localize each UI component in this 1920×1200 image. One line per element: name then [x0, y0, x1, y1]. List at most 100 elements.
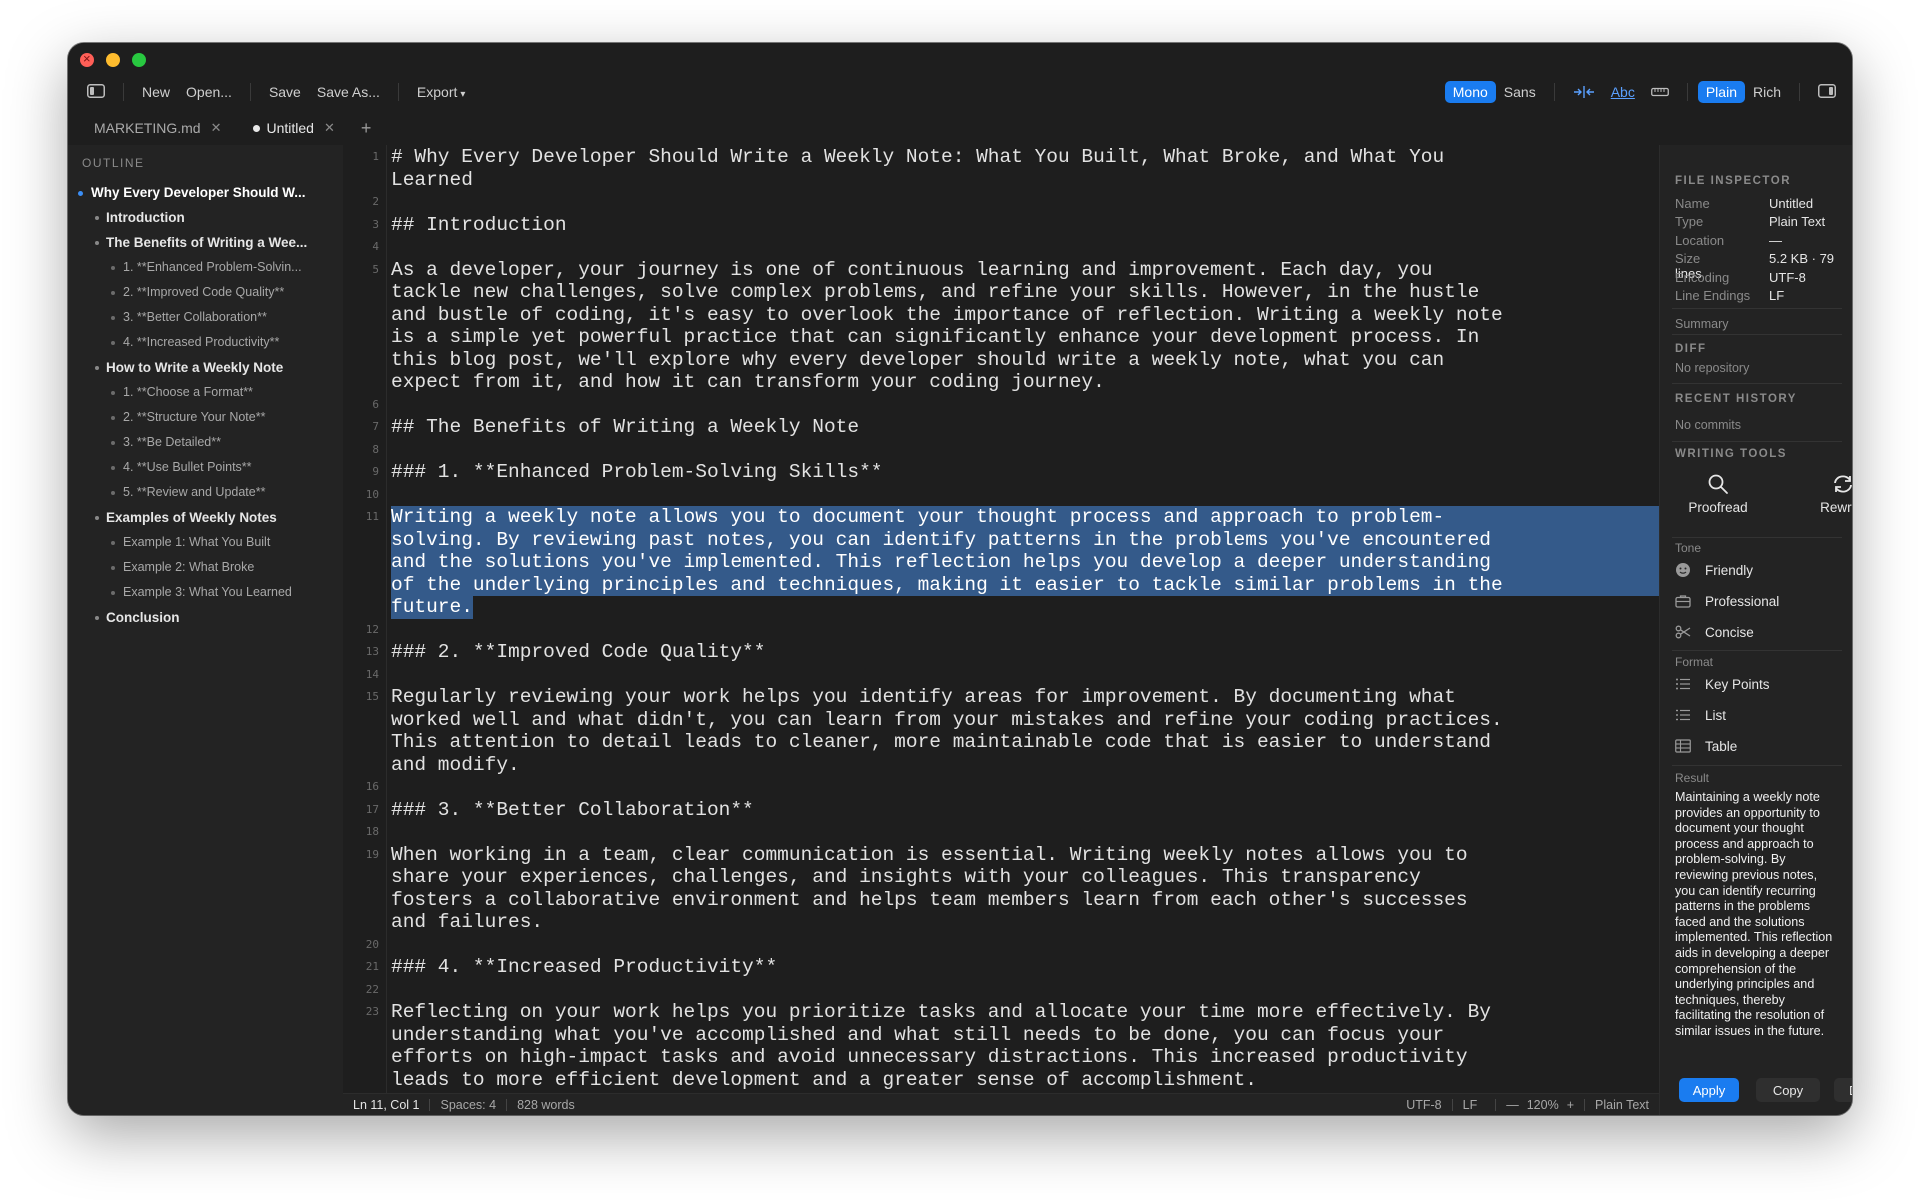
new-button[interactable]: New	[134, 84, 178, 100]
cursor-position[interactable]: Ln 11, Col 1	[343, 1098, 429, 1112]
close-tab-icon[interactable]: ✕	[324, 120, 335, 136]
text-line[interactable]: As a developer, your journey is one of c…	[391, 259, 1432, 282]
encoding-status[interactable]: UTF-8	[1396, 1098, 1451, 1112]
tone-concise[interactable]: Concise	[1675, 620, 1842, 644]
zoom-window-button[interactable]	[132, 53, 146, 67]
tab-marketing[interactable]: MARKETING.md ✕	[68, 111, 233, 145]
new-tab-button[interactable]: +	[347, 118, 386, 139]
text-line[interactable]: worked well and what didn't, you can lea…	[391, 709, 1503, 732]
tone-professional[interactable]: Professional	[1675, 589, 1842, 613]
outline-item[interactable]: 2. **Improved Code Quality**	[68, 280, 343, 305]
format-table[interactable]: Table	[1675, 734, 1842, 758]
table-icon	[1675, 739, 1691, 753]
font-mono-button[interactable]: Mono	[1444, 81, 1496, 103]
line-number: 14	[365, 667, 379, 681]
field-value: UTF-8	[1769, 269, 1806, 285]
text-line[interactable]: share your experiences, challenges, and …	[391, 866, 1421, 889]
text-line[interactable]: ### 4. **Increased Productivity**	[391, 956, 777, 979]
outline-item-label: Why Every Developer Should W...	[91, 185, 306, 200]
inspector-field: Name Untitled	[1675, 196, 1813, 211]
text-line[interactable]: leads to more efficient development and …	[391, 1069, 1257, 1092]
tone-friendly[interactable]: Friendly	[1675, 558, 1842, 582]
text-line[interactable]: and failures.	[391, 911, 543, 934]
outline-item[interactable]: Example 1: What You Built	[68, 530, 343, 555]
text-line[interactable]: this blog post, we'll explore why every …	[391, 349, 1444, 372]
save-as-button[interactable]: Save As...	[309, 84, 388, 100]
text-line[interactable]: This attention to detail leads to cleane…	[391, 731, 1491, 754]
outline-item[interactable]: The Benefits of Writing a Wee...	[68, 230, 343, 255]
editor-text[interactable]: # Why Every Developer Should Write a Wee…	[391, 145, 1659, 1093]
text-line[interactable]: ## Introduction	[391, 214, 567, 237]
rewrite-button[interactable]: Rewrite	[1783, 473, 1852, 515]
outline-item[interactable]: 3. **Be Detailed**	[68, 430, 343, 455]
outline-item[interactable]: Conclusion	[68, 605, 343, 630]
zoom-in-button[interactable]: +	[1563, 1098, 1584, 1112]
discard-button[interactable]: Discard	[1834, 1078, 1852, 1102]
text-line[interactable]: ### 1. **Enhanced Problem-Solving Skills…	[391, 461, 882, 484]
toggle-inspector-button[interactable]	[1810, 83, 1844, 101]
text-line[interactable]: Learned	[391, 169, 473, 192]
outline-item-label: Conclusion	[106, 610, 180, 625]
ruler-toggle-button[interactable]	[1643, 84, 1677, 100]
outline-item[interactable]: Example 3: What You Learned	[68, 580, 343, 605]
text-line[interactable]: # Why Every Developer Should Write a Wee…	[391, 146, 1444, 169]
export-menu-button[interactable]: Export ▾	[409, 84, 474, 100]
outline-item[interactable]: Introduction	[68, 205, 343, 230]
format-key-points[interactable]: Key Points	[1675, 672, 1842, 696]
outline-item[interactable]: How to Write a Weekly Note	[68, 355, 343, 380]
outline-item[interactable]: 3. **Better Collaboration**	[68, 305, 343, 330]
line-endings-status[interactable]: LF	[1453, 1098, 1488, 1112]
close-window-button[interactable]	[80, 51, 94, 67]
spellcheck-label: Abc	[1610, 84, 1635, 100]
indent-setting[interactable]: Spaces: 4	[430, 1098, 506, 1112]
text-line[interactable]: Reflecting on your work helps you priori…	[391, 1001, 1491, 1024]
apply-button[interactable]: Apply	[1679, 1078, 1739, 1102]
proofread-button[interactable]: Proofread	[1658, 473, 1778, 515]
font-sans-button[interactable]: Sans	[1496, 81, 1544, 103]
text-line[interactable]: When working in a team, clear communicat…	[391, 844, 1468, 867]
outline-item[interactable]: 4. **Increased Productivity**	[68, 330, 343, 355]
outline-item[interactable]: 1. **Choose a Format**	[68, 380, 343, 405]
toggle-sidebar-button[interactable]	[79, 83, 113, 101]
selected-text-line[interactable]: of the underlying principles and techniq…	[391, 573, 1659, 596]
text-line[interactable]: and bustle of coding, it's easy to overl…	[391, 304, 1503, 327]
spellcheck-button[interactable]: Abc	[1603, 84, 1643, 100]
mode-rich-button[interactable]: Rich	[1745, 81, 1789, 103]
syntax-mode[interactable]: Plain Text	[1585, 1098, 1659, 1112]
text-line[interactable]: efforts on high-impact tasks and avoid u…	[391, 1046, 1468, 1069]
outline-item[interactable]: 5. **Review and Update**	[68, 480, 343, 505]
close-tab-icon[interactable]: ✕	[211, 120, 222, 136]
outline-item[interactable]: 1. **Enhanced Problem-Solvin...	[68, 255, 343, 280]
text-line[interactable]: tackle new challenges, solve complex pro…	[391, 281, 1479, 304]
save-button[interactable]: Save	[261, 84, 309, 100]
selected-text-line[interactable]: and the solutions you've implemented. Th…	[391, 551, 1659, 574]
outline-item[interactable]: Example 2: What Broke	[68, 555, 343, 580]
outline-item[interactable]: 4. **Use Bullet Points**	[68, 455, 343, 480]
selected-text-line[interactable]: Writing a weekly note allows you to docu…	[391, 506, 1659, 529]
text-line[interactable]: fosters a collaborative environment and …	[391, 889, 1468, 912]
text-line[interactable]: ### 3. **Better Collaboration**	[391, 799, 754, 822]
text-line[interactable]: Regularly reviewing your work helps you …	[391, 686, 1456, 709]
text-line[interactable]: and modify.	[391, 754, 520, 777]
selected-text-line[interactable]: future.	[391, 596, 473, 619]
tab-untitled[interactable]: Untitled ✕	[233, 111, 346, 145]
zoom-out-button[interactable]: —	[1496, 1098, 1523, 1112]
text-line[interactable]: ## The Benefits of Writing a Weekly Note	[391, 416, 859, 439]
selected-text-line[interactable]: solving. By reviewing past notes, you ca…	[391, 528, 1659, 551]
outline-item[interactable]: Why Every Developer Should W...	[68, 180, 343, 205]
outline-item[interactable]: 2. **Structure Your Note**	[68, 405, 343, 430]
text-line[interactable]: expect from it, and how it can transform…	[391, 371, 1105, 394]
copy-button[interactable]: Copy	[1756, 1078, 1820, 1102]
bullet-icon	[111, 541, 115, 545]
mode-plain-button[interactable]: Plain	[1697, 81, 1745, 103]
format-list[interactable]: List	[1675, 703, 1842, 727]
narrow-width-button[interactable]	[1565, 85, 1603, 99]
outline-item[interactable]: Examples of Weekly Notes	[68, 505, 343, 530]
summary-label[interactable]: Summary	[1675, 317, 1728, 331]
editor-pane[interactable]: 1 2 3 4 5 6 7 8 9 10 11 12 13 14 15 16 17 18 19 20 21 22 23 # …	[343, 145, 1659, 1093]
minimize-window-button[interactable]	[106, 53, 120, 67]
text-line[interactable]: understanding what you've accomplished a…	[391, 1024, 1444, 1047]
text-line[interactable]: ### 2. **Improved Code Quality**	[391, 641, 765, 664]
open-button[interactable]: Open...	[178, 84, 240, 100]
text-line[interactable]: is a simple yet powerful practice that c…	[391, 326, 1479, 349]
